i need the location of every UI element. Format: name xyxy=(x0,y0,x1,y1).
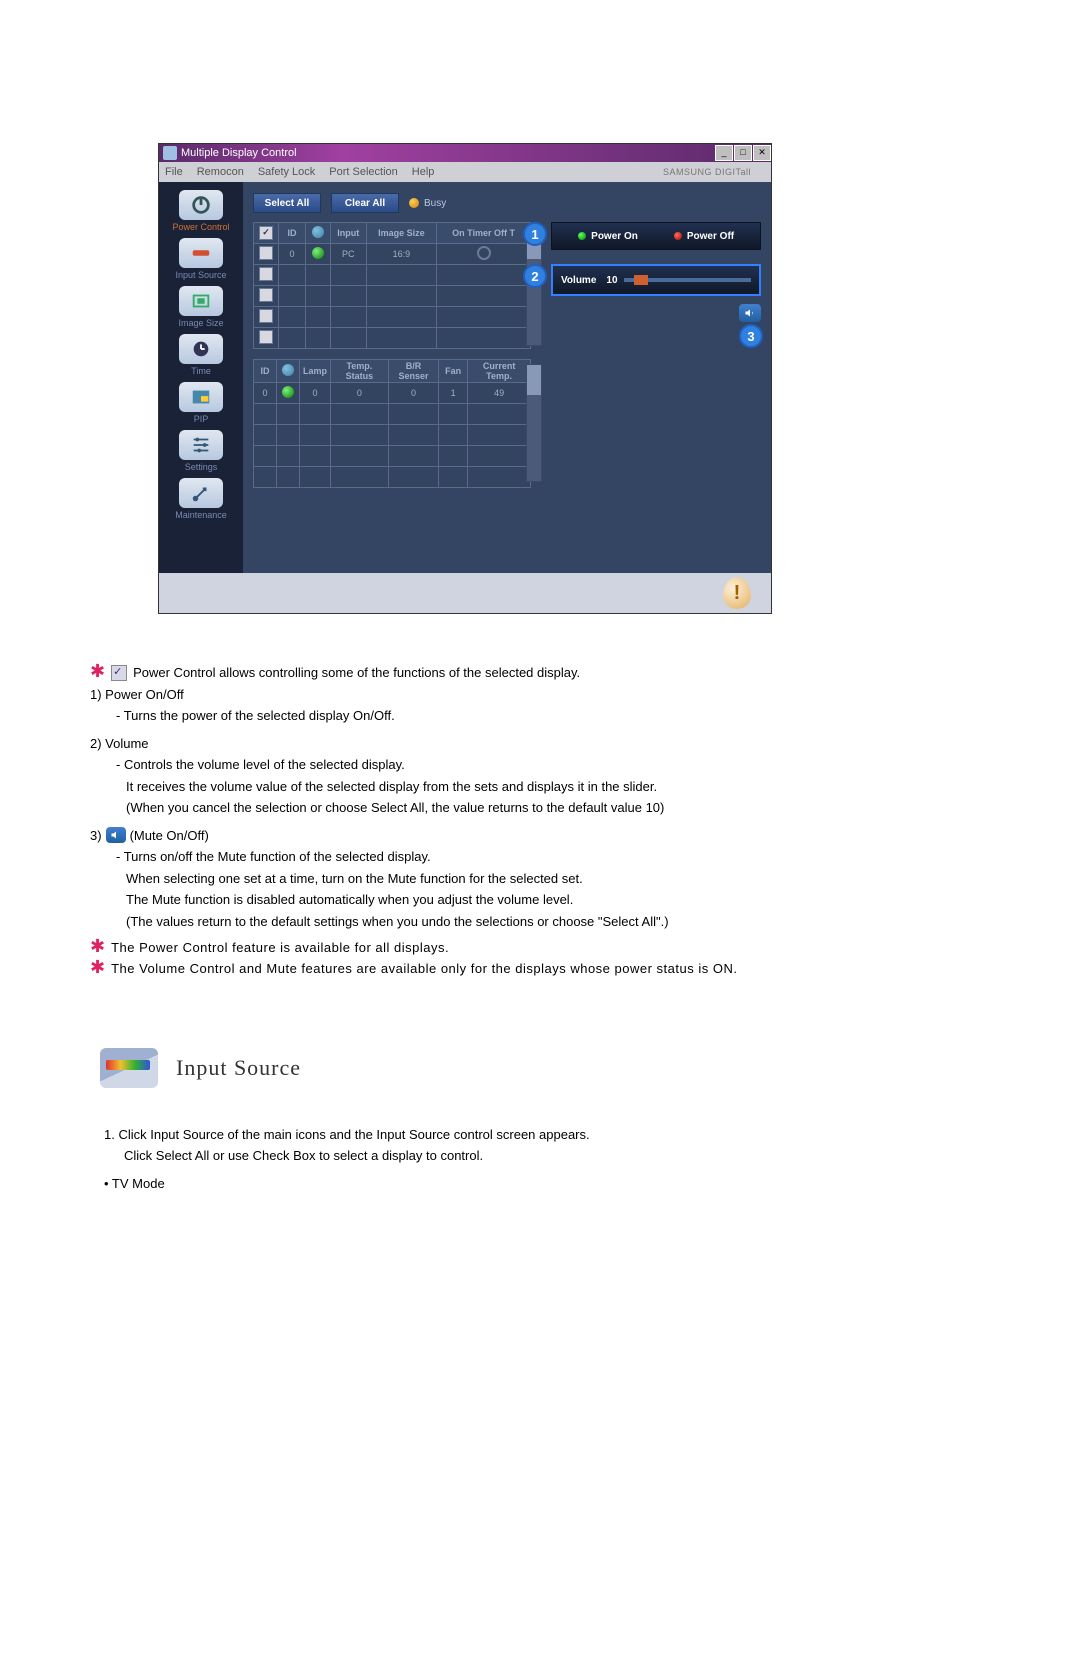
alert-icon: ! xyxy=(723,577,751,609)
input-icon xyxy=(179,238,223,268)
doc-body: ✱Power Control allows controlling some o… xyxy=(90,664,990,978)
table-row[interactable]: 0 PC 16:9 xyxy=(254,244,531,265)
window-title: Multiple Display Control xyxy=(181,147,297,159)
sidebar-item-maintenance[interactable]: Maintenance xyxy=(163,478,239,520)
title-bar: Multiple Display Control _ □ ✕ xyxy=(159,144,771,162)
row-checkbox[interactable] xyxy=(259,288,273,302)
sidebar-item-label: Time xyxy=(191,366,211,376)
brand-label: SAMSUNG DIGITall xyxy=(663,167,751,177)
pip-icon xyxy=(179,382,223,412)
busy-indicator: Busy xyxy=(409,198,446,209)
maximize-button[interactable]: □ xyxy=(734,145,752,161)
callout-3-icon: 3 xyxy=(739,324,763,348)
row-checkbox[interactable] xyxy=(259,246,273,260)
main-panel: Select All Clear All Busy ID Input Image… xyxy=(243,182,771,573)
sidebar-item-label: PIP xyxy=(194,414,209,424)
row-checkbox[interactable] xyxy=(259,330,273,344)
minimize-button[interactable]: _ xyxy=(715,145,733,161)
power-on-button[interactable]: Power On xyxy=(560,231,656,242)
checkbox-icon xyxy=(111,665,127,681)
power-icon xyxy=(179,190,223,220)
sidebar-item-label: Power Control xyxy=(172,222,229,232)
sidebar-item-power-control[interactable]: Power Control xyxy=(163,190,239,232)
busy-dot-icon xyxy=(409,198,419,208)
table-row[interactable]: 0 0 0 0 1 49 xyxy=(254,383,531,404)
menu-file[interactable]: File xyxy=(165,166,183,178)
star-icon: ✱ xyxy=(90,664,105,678)
maintenance-icon xyxy=(179,478,223,508)
input-source-section-icon xyxy=(100,1048,158,1088)
section-header: Input Source xyxy=(100,1048,1080,1088)
mute-button[interactable] xyxy=(739,304,761,322)
table2-scrollbar[interactable] xyxy=(526,364,542,482)
menu-remocon[interactable]: Remocon xyxy=(197,166,244,178)
select-all-checkbox[interactable] xyxy=(259,226,273,240)
sidebar-item-label: Input Source xyxy=(175,270,226,280)
app-window: Multiple Display Control _ □ ✕ File Remo… xyxy=(158,143,772,614)
display-table: ID Input Image Size On Timer Off T 0 PC … xyxy=(253,222,531,349)
sidebar-item-input-source[interactable]: Input Source xyxy=(163,238,239,280)
power-panel: Power On Power Off xyxy=(551,222,761,250)
clear-all-button[interactable]: Clear All xyxy=(331,193,399,213)
close-button[interactable]: ✕ xyxy=(753,145,771,161)
menu-port-selection[interactable]: Port Selection xyxy=(329,166,397,178)
sidebar: Power Control Input Source Image Size Ti… xyxy=(159,182,243,573)
callout-2-icon: 2 xyxy=(523,264,547,288)
menu-safety-lock[interactable]: Safety Lock xyxy=(258,166,315,178)
sidebar-item-time[interactable]: Time xyxy=(163,334,239,376)
image-size-icon xyxy=(179,286,223,316)
sidebar-item-pip[interactable]: PIP xyxy=(163,382,239,424)
callout-1-icon: 1 xyxy=(523,222,547,246)
star-icon: ✱ xyxy=(90,939,105,953)
sidebar-item-image-size[interactable]: Image Size xyxy=(163,286,239,328)
status-header-icon xyxy=(282,364,294,376)
power-off-button[interactable]: Power Off xyxy=(656,231,752,242)
section-title: Input Source xyxy=(176,1055,301,1081)
volume-slider[interactable] xyxy=(624,278,751,282)
sidebar-item-label: Maintenance xyxy=(175,510,227,520)
settings-icon xyxy=(179,430,223,460)
sidebar-item-settings[interactable]: Settings xyxy=(163,430,239,472)
menu-bar: File Remocon Safety Lock Port Selection … xyxy=(159,162,771,182)
time-icon xyxy=(179,334,223,364)
status-dot-icon xyxy=(312,247,324,259)
sidebar-item-label: Image Size xyxy=(178,318,223,328)
app-icon xyxy=(163,146,177,160)
menu-help[interactable]: Help xyxy=(412,166,435,178)
mute-icon xyxy=(106,827,126,843)
select-all-button[interactable]: Select All xyxy=(253,193,321,213)
row-checkbox[interactable] xyxy=(259,267,273,281)
star-icon: ✱ xyxy=(90,960,105,974)
status-header-icon xyxy=(312,226,324,238)
status-dot-icon xyxy=(282,386,294,398)
row-checkbox[interactable] xyxy=(259,309,273,323)
sidebar-item-label: Settings xyxy=(185,462,218,472)
status-table: ID Lamp Temp. Status B/R Senser Fan Curr… xyxy=(253,359,531,488)
volume-panel: Volume 10 xyxy=(551,264,761,296)
status-bar: ! xyxy=(159,573,771,613)
timer-radio xyxy=(477,246,491,260)
doc-body-2: 1. Click Input Source of the main icons … xyxy=(90,1126,990,1193)
